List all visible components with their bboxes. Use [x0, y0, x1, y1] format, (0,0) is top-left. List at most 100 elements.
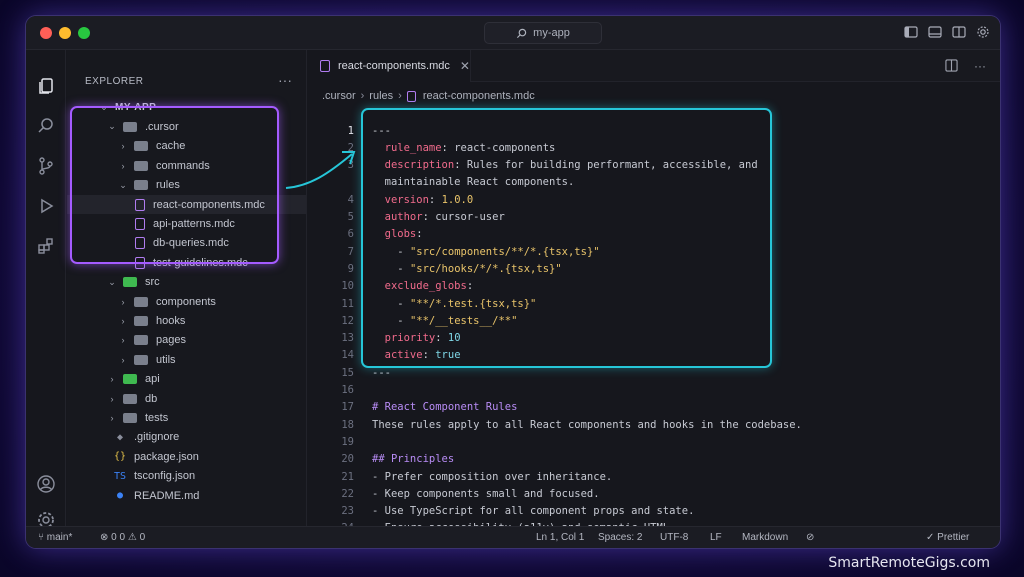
cursor-position[interactable]: Ln 1, Col 1 — [536, 532, 584, 543]
tree-item-label: tests — [145, 411, 169, 424]
info-file-icon: ● — [116, 490, 124, 501]
tree-folder-item[interactable]: › components — [67, 292, 306, 311]
tree-folder-item[interactable]: ⌄ src — [67, 273, 306, 292]
tree-file-item[interactable]: TS tsconfig.json — [67, 467, 306, 486]
bell-icon[interactable]: ⊘ — [806, 532, 814, 543]
line-number: 12 — [341, 314, 354, 327]
folder-icon — [123, 393, 137, 404]
code-token: description — [372, 159, 455, 172]
tree-file-item[interactable]: react-components.mdc — [67, 195, 306, 214]
tree-item-label: test-guidelines.mdc — [153, 256, 248, 269]
line-number: 23 — [341, 505, 354, 518]
tree-file-item[interactable]: {} package.json — [67, 447, 306, 466]
chevron-right-icon: › — [110, 374, 114, 385]
tree-folder-item[interactable]: › api — [67, 370, 306, 389]
problems-indicator[interactable]: ⊗ 0 0 ⚠ 0 — [100, 532, 145, 543]
line-number: 3 — [347, 159, 354, 172]
extensions-icon[interactable] — [36, 236, 56, 256]
breadcrumb-item[interactable]: .cursor — [322, 90, 356, 102]
more-actions-icon[interactable]: ··· — [278, 72, 292, 88]
code-line: 4 version: 1.0.0 — [308, 191, 474, 208]
code-line: 15 --- — [308, 364, 391, 381]
language-mode[interactable]: Markdown — [742, 532, 788, 543]
code-line: 2 rule_name: react-components — [308, 139, 556, 156]
account-icon[interactable] — [36, 474, 56, 494]
editor-window: my-app EXPLORER ··· ⌄ MY-APP ⌄ .cursor › cach… — [26, 16, 1000, 548]
minimize-window-button[interactable] — [59, 27, 71, 39]
tree-file-item[interactable]: ● README.md — [67, 486, 306, 505]
tree-folder-item[interactable]: ⌄ .cursor — [67, 117, 306, 136]
chevron-right-icon: › — [398, 90, 402, 102]
breadcrumb-item[interactable]: react-components.mdc — [423, 90, 535, 102]
tree-folder-item[interactable]: › db — [67, 389, 306, 408]
tree-file-item[interactable]: db-queries.mdc — [67, 234, 306, 253]
tree-file-item[interactable]: api-patterns.mdc — [67, 214, 306, 233]
tab-react-components[interactable]: react-components.mdc ✕ — [308, 50, 471, 82]
tree-folder-item[interactable]: › hooks — [67, 311, 306, 330]
maximize-window-button[interactable] — [78, 27, 90, 39]
folder-icon — [134, 354, 148, 365]
source-control-icon[interactable] — [36, 156, 56, 176]
explorer-title: EXPLORER — [85, 76, 144, 87]
chevron-right-icon: › — [121, 354, 125, 365]
tree-item-label: .cursor — [145, 120, 179, 133]
tree-item-label: MY-APP — [115, 102, 157, 113]
editor-more-icon[interactable]: ··· — [974, 59, 986, 73]
tree-file-item[interactable]: test-guidelines.mdc — [67, 253, 306, 272]
code-line: 12 - "**/__tests__/**" — [308, 312, 517, 329]
end-of-line[interactable]: LF — [710, 532, 722, 543]
tree-item-label: src — [145, 276, 160, 289]
code-token: priority — [372, 332, 436, 345]
line-number: 22 — [341, 487, 354, 500]
chevron-right-icon: › — [121, 315, 125, 326]
tree-folder-item[interactable]: › cache — [67, 137, 306, 156]
branch-indicator[interactable]: ⑂ main* — [38, 532, 72, 543]
tab-label: react-components.mdc — [338, 60, 450, 72]
search-icon[interactable] — [36, 116, 56, 136]
command-search-box[interactable]: my-app — [484, 22, 602, 44]
code-token: : — [441, 141, 455, 154]
toggle-sidebar-icon[interactable] — [904, 25, 918, 39]
code-line: 17 # React Component Rules — [308, 399, 517, 416]
code-line: 22 - Keep components small and focused. — [308, 485, 599, 502]
tree-file-item[interactable]: ◆ .gitignore — [67, 428, 306, 447]
tree-item-label: db — [145, 392, 158, 405]
files-icon[interactable] — [36, 76, 56, 96]
indentation[interactable]: Spaces: 2 — [598, 532, 642, 543]
tree-item-label: pages — [156, 334, 186, 347]
code-token: - — [372, 314, 410, 327]
gear-icon[interactable] — [976, 25, 990, 39]
folder-icon — [123, 121, 137, 132]
close-tab-icon[interactable]: ✕ — [460, 59, 470, 73]
tree-folder-item[interactable]: › utils — [67, 350, 306, 369]
line-number: 14 — [341, 349, 354, 362]
code-line: 13 priority: 10 — [308, 330, 460, 347]
code-token: : — [422, 211, 436, 223]
tree-folder-item[interactable]: › tests — [67, 408, 306, 427]
split-layout-icon[interactable] — [952, 25, 966, 39]
code-token: "**/*.test.{tsx,ts}" — [409, 297, 537, 310]
code-line: 7 - "src/components/**/*.{tsx,ts}" — [308, 243, 600, 260]
prettier-status[interactable]: ✓ Prettier — [926, 532, 969, 543]
line-number: 9 — [347, 262, 354, 275]
encoding[interactable]: UTF-8 — [660, 532, 688, 543]
tree-folder-item[interactable]: › commands — [67, 156, 306, 175]
split-editor-icon[interactable] — [945, 59, 958, 72]
line-number: 2 — [347, 141, 354, 154]
code-token: exclude_globs — [372, 280, 467, 293]
chevron-right-icon: › — [360, 90, 365, 102]
code-token: "**/__tests__/**" — [409, 314, 518, 327]
close-window-button[interactable] — [40, 27, 52, 39]
code-token: # React Component Rules — [372, 401, 518, 414]
run-debug-icon[interactable] — [36, 196, 56, 216]
folder-icon — [134, 296, 148, 307]
tree-folder-item[interactable]: ⌄ rules — [67, 176, 306, 195]
line-number: 4 — [347, 193, 354, 206]
tree-item-label: cache — [156, 140, 186, 153]
toggle-panel-icon[interactable] — [928, 25, 942, 39]
tree-folder-item[interactable]: › pages — [67, 331, 306, 350]
tree-root-item[interactable]: ⌄ MY-APP — [67, 98, 306, 117]
line-number: 15 — [341, 366, 354, 379]
breadcrumb-item[interactable]: rules — [369, 90, 393, 102]
title-bar: my-app — [26, 16, 1000, 50]
